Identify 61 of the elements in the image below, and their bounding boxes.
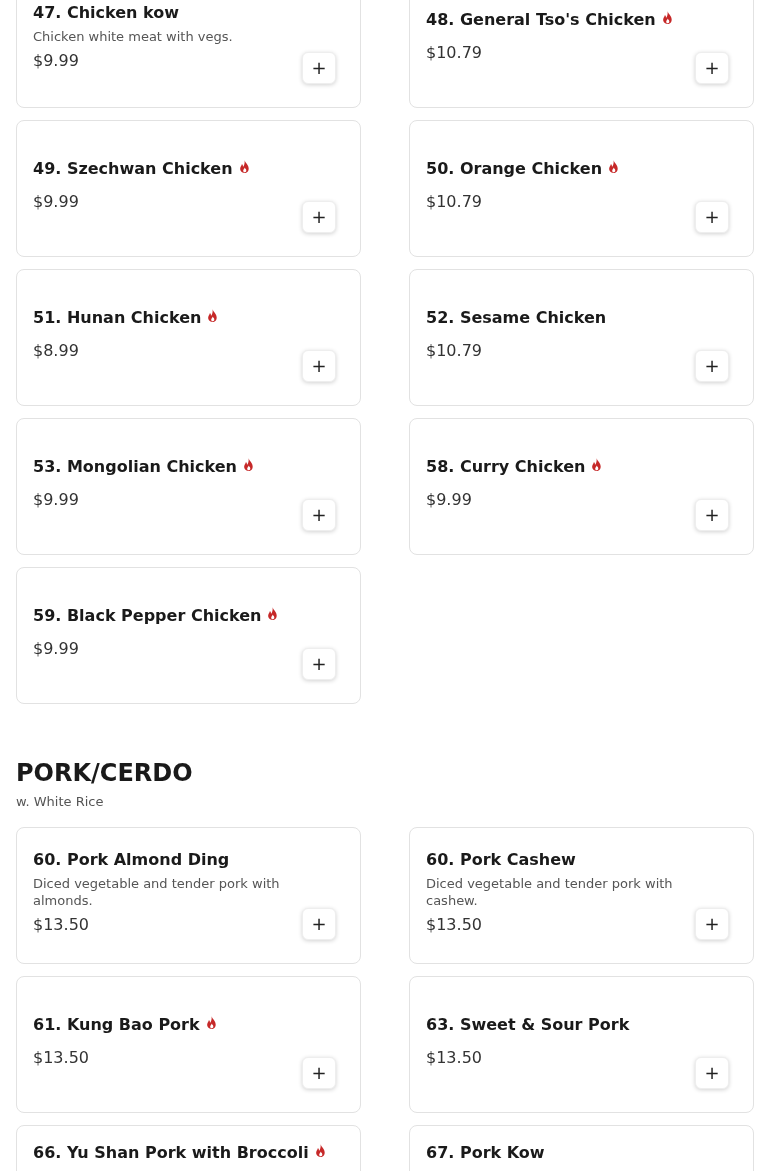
item-price: $9.99	[33, 50, 80, 71]
item-description: Diced vegetable and tender pork with almonds.	[33, 875, 281, 909]
item-price: $9.99	[33, 490, 80, 510]
item-name: 66. Yu Shan Pork with Broccoli	[33, 1142, 309, 1164]
item-price: $13.50	[426, 915, 483, 935]
menu-item-card[interactable]: 67. Pork Kow	[409, 1125, 754, 1171]
section-title: PORK/CERDO	[16, 758, 194, 788]
item-price: $10.79	[426, 192, 483, 212]
item-price: $9.99	[33, 192, 80, 212]
menu-item-card[interactable]: 47. Chicken kow Chicken white meat with vegs. $9.99 +	[16, 0, 361, 108]
add-button[interactable]: +	[695, 52, 729, 84]
item-name: 53. Mongolian Chicken	[33, 456, 237, 478]
add-button[interactable]: +	[302, 201, 336, 233]
item-name: 52. Sesame Chicken	[426, 307, 607, 329]
item-price: $13.50	[33, 1048, 90, 1068]
item-name: 61. Kung Bao Pork	[33, 1014, 200, 1036]
menu-item-card[interactable]: 53. Mongolian Chicken $9.99 +	[16, 418, 361, 555]
add-button[interactable]: +	[302, 908, 336, 940]
menu-item-card[interactable]: 51. Hunan Chicken $8.99 +	[16, 269, 361, 406]
item-description: Chicken white meat with vegs.	[33, 27, 234, 45]
menu-item-card[interactable]: 58. Curry Chicken $9.99 +	[409, 418, 754, 555]
menu-item-card[interactable]: 66. Yu Shan Pork with Broccoli	[16, 1125, 361, 1171]
item-price: $13.50	[33, 915, 90, 935]
menu-item-card[interactable]: 50. Orange Chicken $10.79 +	[409, 120, 754, 257]
item-name: 67. Pork Kow	[426, 1142, 545, 1164]
add-button[interactable]: +	[695, 1057, 729, 1089]
item-price: $13.50	[426, 1048, 483, 1068]
add-button[interactable]: +	[302, 648, 336, 680]
section-subtitle: w. White Rice	[16, 794, 105, 809]
menu-item-card[interactable]: 52. Sesame Chicken $10.79 +	[409, 269, 754, 406]
menu-item-card[interactable]: 59. Black Pepper Chicken $9.99 +	[16, 567, 361, 704]
add-button[interactable]: +	[695, 350, 729, 382]
add-button[interactable]: +	[302, 1057, 336, 1089]
item-name: 49. Szechwan Chicken	[33, 158, 233, 180]
item-name: 48. General Tso's Chicken	[426, 9, 656, 31]
item-name: 63. Sweet & Sour Pork	[426, 1014, 630, 1036]
item-name: 58. Curry Chicken	[426, 456, 586, 478]
add-button[interactable]: +	[695, 908, 729, 940]
item-name: 59. Black Pepper Chicken	[33, 605, 262, 627]
menu-item-card[interactable]: 49. Szechwan Chicken $9.99 +	[16, 120, 361, 257]
add-button[interactable]: +	[302, 499, 336, 531]
item-name: 60. Pork Almond Ding	[33, 849, 230, 871]
menu-item-card[interactable]: 60. Pork Cashew Diced vegetable and tender pork with cashew. $13.50 +	[409, 827, 754, 964]
add-button[interactable]: +	[695, 201, 729, 233]
add-button[interactable]: +	[695, 499, 729, 531]
menu-item-card[interactable]: 60. Pork Almond Ding Diced vegetable and tender pork with almonds. $13.50 +	[16, 827, 361, 964]
item-price: $9.99	[426, 490, 473, 510]
item-description: Diced vegetable and tender pork with cashew.	[426, 875, 674, 909]
item-name: 47. Chicken kow	[33, 1, 180, 24]
add-button[interactable]: +	[302, 52, 336, 84]
menu-item-card[interactable]: 63. Sweet & Sour Pork $13.50 +	[409, 976, 754, 1113]
menu-item-card[interactable]: 48. General Tso's Chicken $10.79 +	[409, 0, 754, 108]
item-name: 60. Pork Cashew	[426, 849, 576, 871]
item-price: $8.99	[33, 341, 80, 361]
add-button[interactable]: +	[302, 350, 336, 382]
item-name: 51. Hunan Chicken	[33, 307, 202, 329]
item-price: $10.79	[426, 43, 483, 63]
menu-item-card[interactable]: 61. Kung Bao Pork $13.50 +	[16, 976, 361, 1113]
item-name: 50. Orange Chicken	[426, 158, 603, 180]
item-price: $9.99	[33, 639, 80, 659]
item-price: $10.79	[426, 341, 483, 361]
